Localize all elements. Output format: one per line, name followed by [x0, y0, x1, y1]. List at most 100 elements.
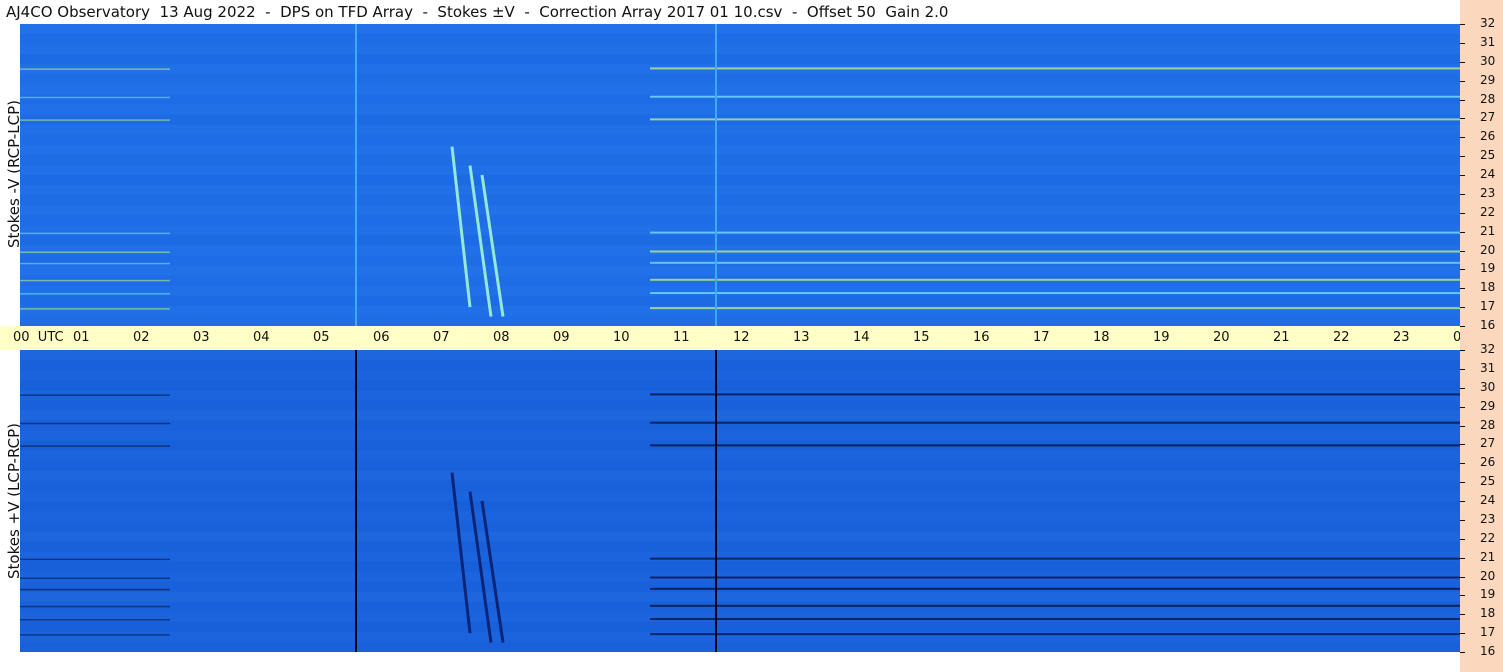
noise-row	[20, 175, 1460, 186]
frequency-tick-label: 25	[1480, 148, 1496, 163]
frequency-tick-mark	[1460, 576, 1465, 578]
interference-band	[20, 445, 170, 447]
noise-row	[20, 104, 1460, 115]
frequency-tick-label: 27	[1480, 436, 1496, 451]
frequency-tick-mark	[1460, 482, 1465, 484]
noise-row	[20, 24, 1460, 35]
time-tick-label: 06	[373, 330, 390, 345]
noise-row	[20, 611, 1460, 622]
interference-band	[20, 588, 170, 591]
frequency-tick-mark	[1460, 118, 1465, 120]
frequency-tick-mark	[1460, 61, 1465, 63]
time-tick-label: 05	[313, 330, 330, 345]
frequency-tick-mark	[1460, 463, 1465, 465]
frequency-tick-mark	[1460, 444, 1465, 446]
interference-band	[650, 576, 1460, 579]
noise-row	[20, 164, 1460, 175]
noise-row	[20, 581, 1460, 592]
frequency-tick-label: 26	[1480, 129, 1496, 144]
noise-row	[20, 215, 1460, 226]
frequency-tick-label: 20	[1480, 242, 1496, 257]
interference-band	[20, 96, 170, 99]
time-tick-label: 23	[1393, 330, 1410, 345]
interference-band	[650, 95, 1460, 98]
interference-band	[20, 293, 170, 295]
noise-row	[20, 255, 1460, 266]
frequency-tick-label: 19	[1480, 261, 1496, 276]
frequency-tick-mark	[1460, 633, 1465, 635]
noise-row	[20, 541, 1460, 552]
interference-band	[650, 261, 1460, 264]
frequency-tick-mark	[1460, 501, 1465, 502]
noise-row	[20, 74, 1460, 85]
interference-band	[20, 577, 170, 579]
frequency-tick-label: 25	[1480, 474, 1496, 489]
frequency-tick-label: 30	[1480, 53, 1496, 68]
frequency-tick-label: 32	[1480, 16, 1496, 30]
interference-band	[650, 393, 1460, 396]
time-tick-label: 02	[133, 330, 150, 345]
top-spectrogram-plot	[20, 24, 1460, 326]
noise-row	[20, 511, 1460, 522]
time-tick-label: 08	[493, 330, 510, 345]
frequency-tick-mark	[1460, 368, 1465, 370]
noise-row	[20, 360, 1460, 371]
interference-band	[20, 422, 170, 425]
time-tick-label: 15	[913, 330, 930, 345]
frequency-tick-label: 28	[1480, 417, 1496, 432]
frequency-tick-label: 18	[1480, 280, 1496, 295]
time-tick-label: 21	[1273, 330, 1290, 345]
frequency-tick-mark	[1460, 425, 1465, 427]
time-tick-label: 20	[1213, 330, 1230, 345]
frequency-tick-label: 26	[1480, 455, 1496, 470]
noise-row	[20, 285, 1460, 296]
frequency-tick-mark	[1460, 519, 1465, 521]
noise-row	[20, 134, 1460, 145]
figure-title: AJ4CO Observatory 13 Aug 2022 - DPS on T…	[6, 3, 949, 21]
interference-band	[650, 118, 1460, 121]
interference-band	[650, 618, 1460, 621]
noise-row	[20, 185, 1460, 196]
interference-band	[650, 604, 1460, 607]
time-tick-label: 13	[793, 330, 810, 345]
top-spectrogram	[20, 24, 1460, 326]
interference-band	[20, 68, 170, 70]
time-axis: 00 UTC 01 02 03 04 05 06 07 08 09 10 11 12 13 14 15 16 17…	[0, 326, 1503, 350]
noise-row	[20, 430, 1460, 441]
noise-row	[20, 295, 1460, 306]
interference-band	[650, 557, 1460, 560]
interference-band	[20, 119, 170, 121]
frequency-tick-label: 27	[1480, 110, 1496, 125]
time-tick-label: 00 UTC	[13, 330, 64, 345]
noise-row	[20, 561, 1460, 572]
frequency-tick-label: 21	[1480, 223, 1496, 238]
frequency-tick-mark	[1460, 80, 1465, 82]
frequency-tick-mark	[1460, 652, 1465, 653]
time-tick-label: 11	[673, 330, 690, 345]
time-tick-label: 17	[1033, 330, 1050, 345]
vertical-marker-line	[715, 24, 717, 326]
noise-row	[20, 205, 1460, 216]
time-tick-label: 22	[1333, 330, 1350, 345]
noise-row	[20, 144, 1460, 155]
frequency-tick-label: 31	[1480, 360, 1496, 375]
frequency-axis: 32 31 30 29 28 27 26 25 24 23 22 21 20 19 18 17 16 32 31 30…	[1460, 0, 1503, 672]
noise-row	[20, 591, 1460, 602]
interference-band	[20, 232, 170, 235]
frequency-tick-mark	[1460, 595, 1465, 597]
noise-row	[20, 551, 1460, 562]
frequency-tick-mark	[1460, 326, 1465, 327]
vertical-marker-line	[715, 350, 717, 652]
time-tick-label: 14	[853, 330, 870, 345]
frequency-tick-label: 17	[1480, 625, 1496, 640]
frequency-tick-mark	[1460, 24, 1465, 25]
frequency-tick-mark	[1460, 99, 1465, 101]
noise-row	[20, 521, 1460, 532]
noise-row	[20, 350, 1460, 361]
interference-band	[650, 231, 1460, 234]
interference-band	[20, 308, 170, 310]
noise-row	[20, 450, 1460, 461]
noise-row	[20, 460, 1460, 471]
frequency-tick-label: 28	[1480, 91, 1496, 106]
time-tick-label: 01	[73, 330, 90, 345]
